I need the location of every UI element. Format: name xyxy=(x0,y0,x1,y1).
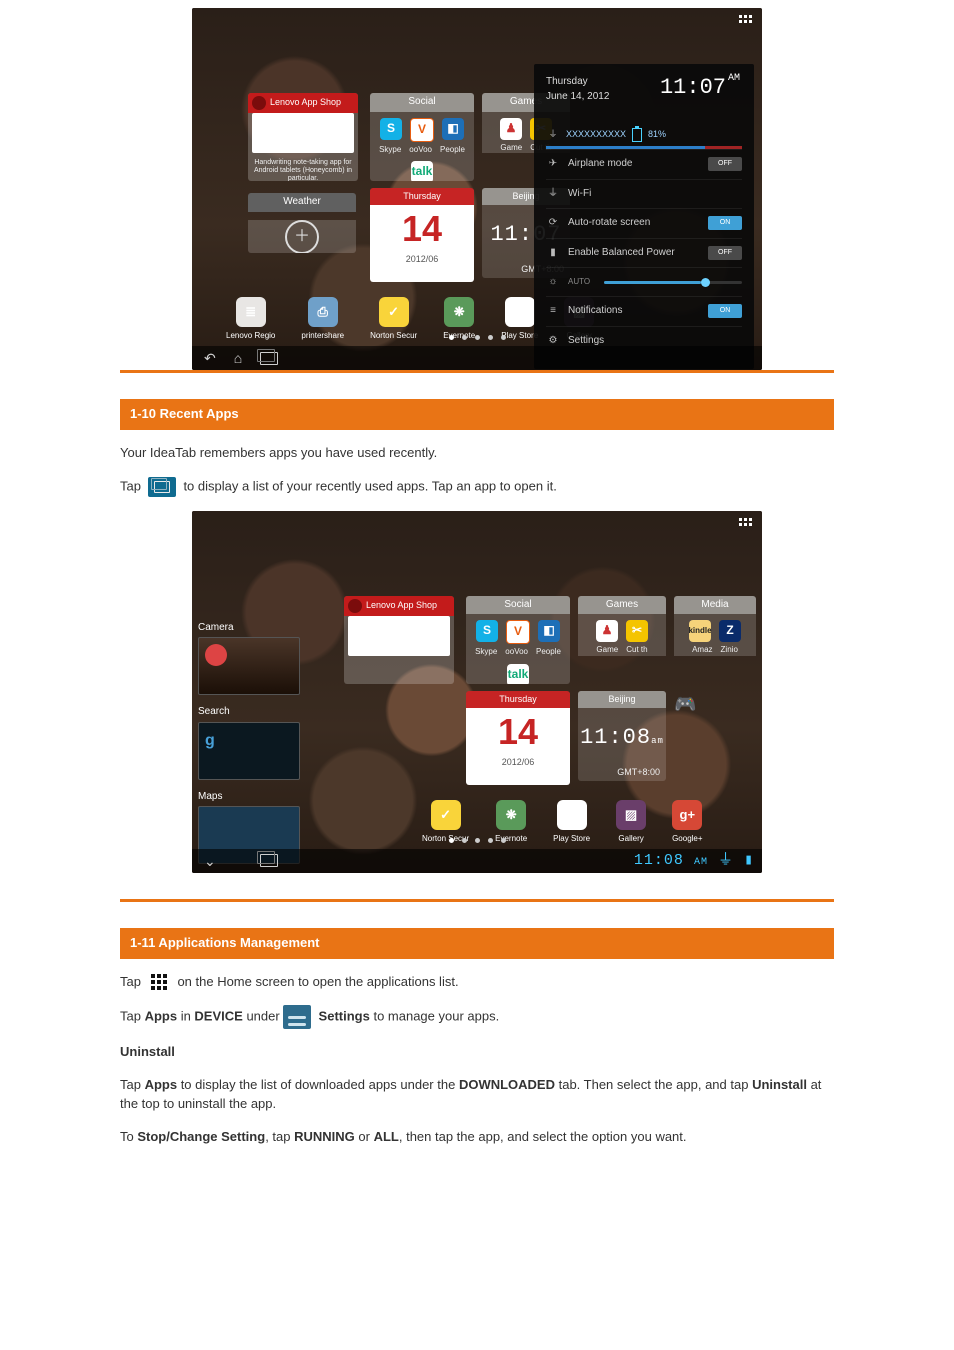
weather-title: Weather xyxy=(248,193,356,212)
rotate-toggle[interactable]: ON xyxy=(708,216,742,230)
widget-game-controller[interactable]: 🎮 xyxy=(674,691,702,715)
oovoo-icon[interactable]: V xyxy=(410,118,434,142)
qs-wifi[interactable]: ⏚Wi-Fi xyxy=(546,179,742,209)
home-icon[interactable]: ⌂ xyxy=(234,348,242,368)
recent-tap-line: Tap to display a list of your recently u… xyxy=(120,477,834,497)
game-icon[interactable]: ♟ xyxy=(500,118,522,140)
balanced-toggle[interactable]: OFF xyxy=(708,246,742,260)
add-weather-icon[interactable] xyxy=(285,220,319,254)
notifications-toggle[interactable]: ON xyxy=(708,304,742,318)
uninstall-line: Tap Apps to display the list of download… xyxy=(120,1076,834,1114)
statusbar xyxy=(192,511,762,533)
widget-weather[interactable]: Weather xyxy=(248,193,356,253)
qs-notifications[interactable]: ≡NotificationsON xyxy=(546,296,742,326)
zinio-icon[interactable]: Z xyxy=(719,620,741,642)
stop-change-line: To Stop/Change Setting, tap RUNNING or A… xyxy=(120,1128,834,1147)
recents-icon[interactable] xyxy=(260,352,278,365)
oovoo-icon[interactable]: V xyxy=(506,620,530,644)
recents-inline-icon xyxy=(148,477,176,497)
screenshot-status-panel: Lenovo App Shop Handwriting note-taking … xyxy=(192,8,762,370)
settings-inline-icon xyxy=(283,1005,311,1029)
lenovo-badge-icon xyxy=(252,96,266,110)
skype-icon[interactable]: S xyxy=(380,118,402,140)
uninstall-heading: Uninstall xyxy=(120,1044,175,1059)
qs-balanced[interactable]: ▮Enable Balanced PowerOFF xyxy=(546,238,742,268)
system-navbar: ⌄ ⌂ 11:08 AM ⏚ ▮ xyxy=(192,849,762,873)
brightness-slider[interactable] xyxy=(604,281,742,284)
cuttherope-icon[interactable]: ✂ xyxy=(626,620,648,642)
apps-tap-line: Tap on the Home screen to open the appli… xyxy=(120,973,834,992)
people-icon[interactable]: ◧ xyxy=(538,620,560,642)
skype-icon[interactable]: S xyxy=(476,620,498,642)
lenovo-badge-icon xyxy=(348,599,362,613)
statusbar xyxy=(192,8,762,30)
status-apps-icon xyxy=(739,518,752,526)
wifi-icon: ⏚ xyxy=(546,187,560,201)
recents-search[interactable]: Search xyxy=(198,705,316,780)
qs-airplane[interactable]: ✈Airplane modeOFF xyxy=(546,149,742,179)
screenshot-recents: Lenovo App Shop Social SV◧ SkypeooVooPeo… xyxy=(192,511,762,873)
appshop-card xyxy=(348,616,450,656)
recents-icon[interactable] xyxy=(260,854,278,867)
qs-brightness[interactable]: ☼AUTO xyxy=(546,267,742,296)
recent-intro: Your IdeaTab remembers apps you have use… xyxy=(120,444,834,463)
airplane-icon: ✈ xyxy=(546,157,560,171)
appshop-card xyxy=(252,113,354,153)
qs-rotate[interactable]: ⟳Auto-rotate screenON xyxy=(546,208,742,238)
widget-clock[interactable]: Beijing 11:08am GMT+8:00 xyxy=(578,691,666,781)
system-navbar: ↶ ⌂ xyxy=(192,346,762,370)
widget-social[interactable]: Social SV◧ SkypeooVooPeople talk Talk xyxy=(466,596,570,684)
wifi-icon: ⏚ xyxy=(546,128,560,142)
brightness-icon: ☼ xyxy=(546,275,560,289)
widget-app-shop[interactable]: Lenovo App Shop Handwriting note-taking … xyxy=(248,93,358,181)
manage-line: Tap Apps in DEVICE under Settings to man… xyxy=(120,1005,834,1029)
back-icon[interactable]: ↶ xyxy=(204,348,216,368)
status-apps-icon xyxy=(739,15,752,23)
section-heading-apps: 1-11 Applications Management xyxy=(120,928,834,959)
social-title: Social xyxy=(370,93,474,112)
widget-date[interactable]: Thursday 14 2012/06 xyxy=(370,188,474,282)
appshop-desc: Handwriting note-taking app for Android … xyxy=(248,156,358,181)
rotate-icon: ⟳ xyxy=(546,216,560,230)
widget-app-shop[interactable]: Lenovo App Shop xyxy=(344,596,454,684)
battery-pct: 81% xyxy=(648,128,666,141)
amazon-icon[interactable]: kindle xyxy=(689,620,711,642)
recents-list: Camera Search Maps Settings xyxy=(192,621,316,873)
airplane-toggle[interactable]: OFF xyxy=(708,157,742,171)
appshop-title: Lenovo App Shop xyxy=(270,96,341,109)
widget-social[interactable]: Social S V ◧ Skype ooVoo People talk Tal… xyxy=(370,93,474,181)
battery-icon xyxy=(632,128,642,142)
talk-icon[interactable]: talk xyxy=(507,664,529,684)
wifi-ssid: XXXXXXXXXX xyxy=(566,128,626,141)
panel-time: 11:07AM xyxy=(660,72,740,104)
widget-date[interactable]: Thursday 14 2012/06 xyxy=(466,691,570,785)
game-icon[interactable]: ♟ xyxy=(596,620,618,642)
quick-settings-panel[interactable]: Thursday June 14, 2012 11:07AM ⏚ XXXXXXX… xyxy=(534,64,754,369)
people-icon[interactable]: ◧ xyxy=(442,118,464,140)
section-heading-recent: 1-10 Recent Apps xyxy=(120,399,834,430)
widget-media[interactable]: Media kindleZ AmazZinio xyxy=(674,596,756,684)
chevron-down-icon[interactable]: ⌄ xyxy=(204,851,216,871)
navbar-clock: 11:08 AM ⏚ ▮ xyxy=(634,850,762,872)
widget-games[interactable]: Games ♟✂ GameCut th xyxy=(578,596,666,684)
recents-camera[interactable]: Camera xyxy=(198,621,316,696)
all-apps-inline-icon xyxy=(148,973,170,991)
date-day: 14 xyxy=(370,211,474,247)
notifications-icon: ≡ xyxy=(546,304,560,318)
battery-icon: ▮ xyxy=(546,246,560,260)
talk-icon[interactable]: talk xyxy=(411,161,433,181)
